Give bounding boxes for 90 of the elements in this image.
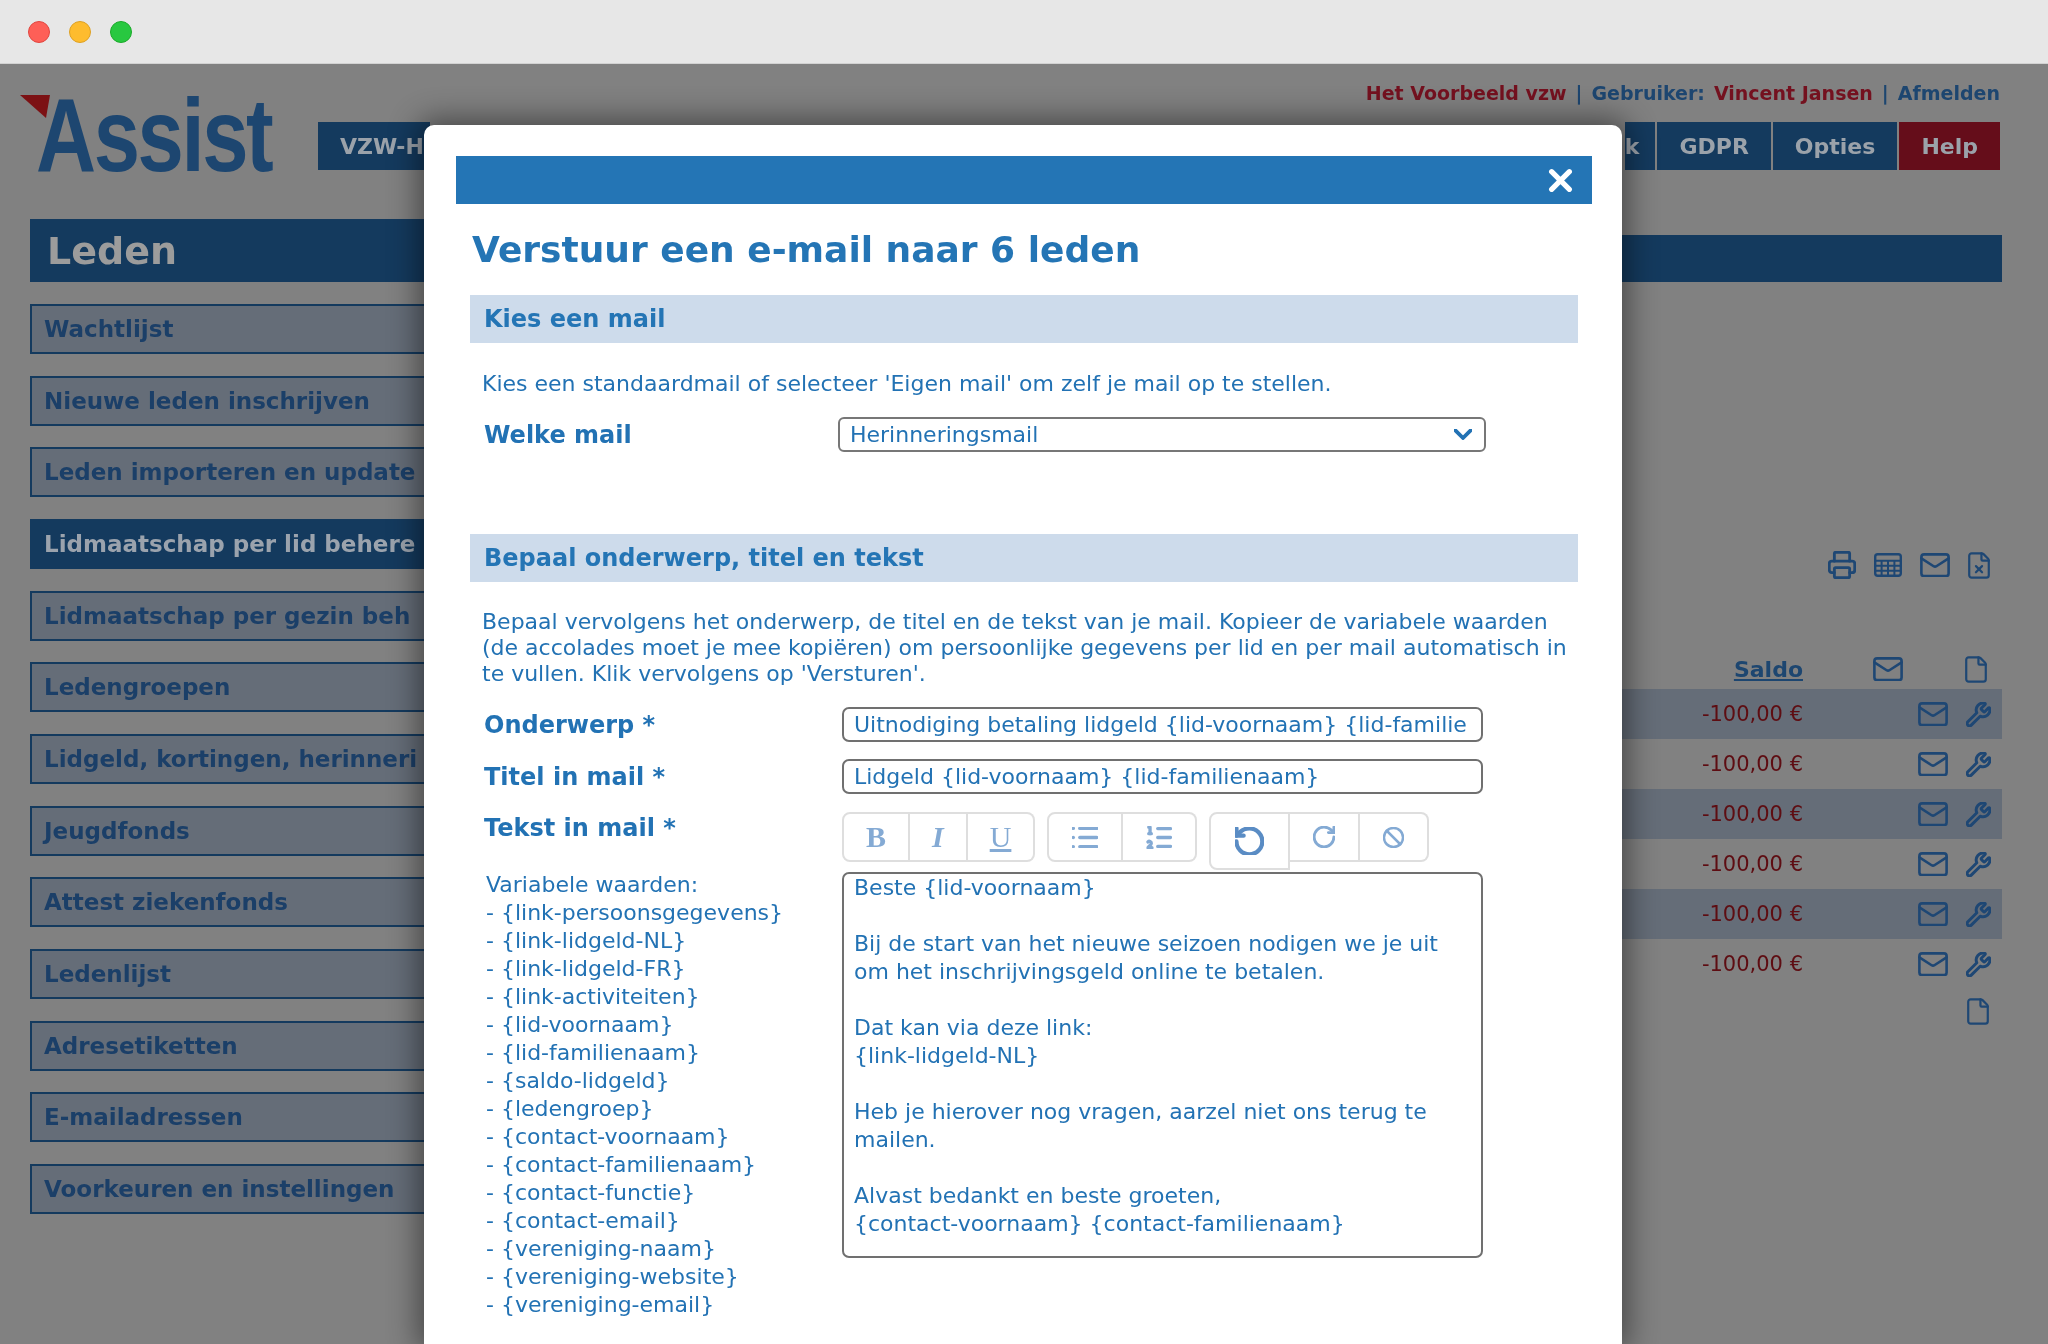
intro-text: Bepaal vervolgens het onderwerp, de titel en de tekst van je mail. Kopieer de variabele waarden (de accolades moet je mee kopiëren) om persoonlijke gegevens per lid en per mail automatisch in te vullen. Klik vervolgens op 'Versturen'. [482,609,1568,687]
bullet-list-icon [1072,826,1099,848]
table-cell: -100,00 € [1701,852,1803,877]
nav-tab[interactable]: Help [1899,122,2000,170]
envelope-icon[interactable] [1918,751,1948,777]
italic-button[interactable]: I [910,812,968,862]
variable-item: - {contact-email} [485,1207,680,1235]
variable-item: - {vereniging-naam} [485,1235,716,1263]
divider-text: | [1575,81,1583,105]
editor-paragraph: Alvast bedankt en beste groeten, {contact-voornaam} {contact-familienaam} [854,1182,1346,1238]
wrench-icon[interactable] [1966,951,1991,977]
table-cell: -100,00 € [1701,952,1803,977]
envelope-icon[interactable] [1918,801,1948,827]
table-cell: -100,00 € [1701,702,1803,727]
variable-item: - {link-activiteiten} [485,983,700,1011]
variable-item: - {lid-familienaam} [485,1039,700,1067]
bullet-list-button[interactable] [1047,812,1124,862]
nav-tab[interactable]: VZW-H [318,122,430,170]
editor-paragraph: Bij de start van het nieuwe seizoen nodigen we je uit om het inschrijvingsgeld online te betalen. [854,930,1439,986]
envelope-icon[interactable] [1920,552,1950,578]
window-minimize-button[interactable] [69,20,91,43]
wrench-icon[interactable] [1966,851,1991,877]
bold-button[interactable]: B [842,812,910,862]
divider-text: | [1881,81,1889,105]
underline-button[interactable]: U [967,812,1036,862]
printer-icon[interactable] [1828,551,1856,580]
numbered-list-button[interactable] [1123,812,1198,862]
field-label: Welke mail [484,419,632,451]
dialog-title: Verstuur een e-mail naar 6 leden [472,229,1141,271]
logout-link[interactable]: Afmelden [1897,81,2000,105]
variable-item: - {vereniging-website} [485,1263,739,1291]
user-label: Gebruiker: [1591,81,1705,105]
clear-format-icon [1383,826,1405,848]
variable-item: - {contact-functie} [485,1179,696,1207]
column-heading[interactable]: Saldo [1733,656,1803,682]
section-header: Kies een mail [470,295,1578,343]
editor-paragraph: Heb je hierover nog vragen, aarzel niet ons terug te mailen. [854,1098,1428,1154]
field-label: Onderwerp * [484,709,656,741]
text-input[interactable]: Uitnodiging betaling lidgeld {lid-voornaam} {lid-familie [842,707,1483,742]
table-cell: -100,00 € [1701,752,1803,777]
field-label: Titel in mail * [484,761,666,793]
file-icon[interactable] [1967,998,1989,1026]
field-label: Tekst in mail * [484,813,676,844]
mail-select[interactable]: Herinneringsmail [838,417,1486,452]
intro-text: Kies een standaardmail of selecteer 'Eigen mail' om zelf je mail op te stellen. [482,371,1332,397]
window-zoom-button[interactable] [110,20,132,43]
organization-name: Het Voorbeeld vzw [1365,81,1567,105]
variable-item: - {saldo-lidgeld} [485,1067,670,1095]
section-header: Bepaal onderwerp, titel en tekst [470,534,1578,582]
file-icon[interactable] [1965,655,1987,683]
nav-tab[interactable]: k [1624,122,1656,170]
logo-text[interactable]: Assist [36,94,272,178]
message-editor[interactable] [842,872,1483,1258]
variable-item: - {vereniging-email} [485,1291,715,1319]
editor-paragraph: Dat kan via deze link: {link-lidgeld-NL} [854,1014,1094,1070]
variable-item: - {contact-familienaam} [485,1151,757,1179]
envelope-icon[interactable] [1873,656,1903,682]
close-icon[interactable] [1548,167,1573,193]
envelope-icon[interactable] [1918,951,1948,977]
wrench-icon[interactable] [1966,801,1991,827]
undo-button[interactable] [1209,812,1291,870]
wrench-icon[interactable] [1966,751,1991,777]
redo-icon [1313,826,1336,848]
table-cell: -100,00 € [1701,902,1803,927]
clear-format-button[interactable] [1360,812,1430,862]
editor-paragraph: Beste {lid-voornaam} [854,874,1097,902]
variable-item: - {ledengroep} [485,1095,654,1123]
nav-tab[interactable]: Opties [1772,122,1898,170]
nav-tab[interactable]: GDPR [1657,122,1771,170]
table-icon[interactable] [1874,553,1902,578]
chevron-down-icon [1454,429,1472,440]
envelope-icon[interactable] [1918,901,1948,927]
variable-item: - {link-persoonsgegevens} [485,899,784,927]
variables-heading: Variabele waarden: [485,871,699,899]
window-close-button[interactable] [28,20,50,43]
redo-button[interactable] [1290,812,1361,862]
undo-icon [1235,826,1265,856]
variable-item: - {contact-voornaam} [485,1123,730,1151]
wrench-icon[interactable] [1966,901,1991,927]
envelope-icon[interactable] [1918,701,1948,727]
envelope-icon[interactable] [1918,851,1948,877]
variable-item: - {link-lidgeld-FR} [485,955,686,983]
variable-item: - {lid-voornaam} [485,1011,674,1039]
wrench-icon[interactable] [1966,701,1991,727]
user-name: Vincent Jansen [1713,81,1873,105]
numbered-list-icon [1146,825,1173,849]
text-input[interactable]: Lidgeld {lid-voornaam} {lid-familienaam} [842,759,1483,794]
file-x-icon[interactable] [1968,551,1990,579]
variable-item: - {link-lidgeld-NL} [485,927,687,955]
table-cell: -100,00 € [1701,802,1803,827]
